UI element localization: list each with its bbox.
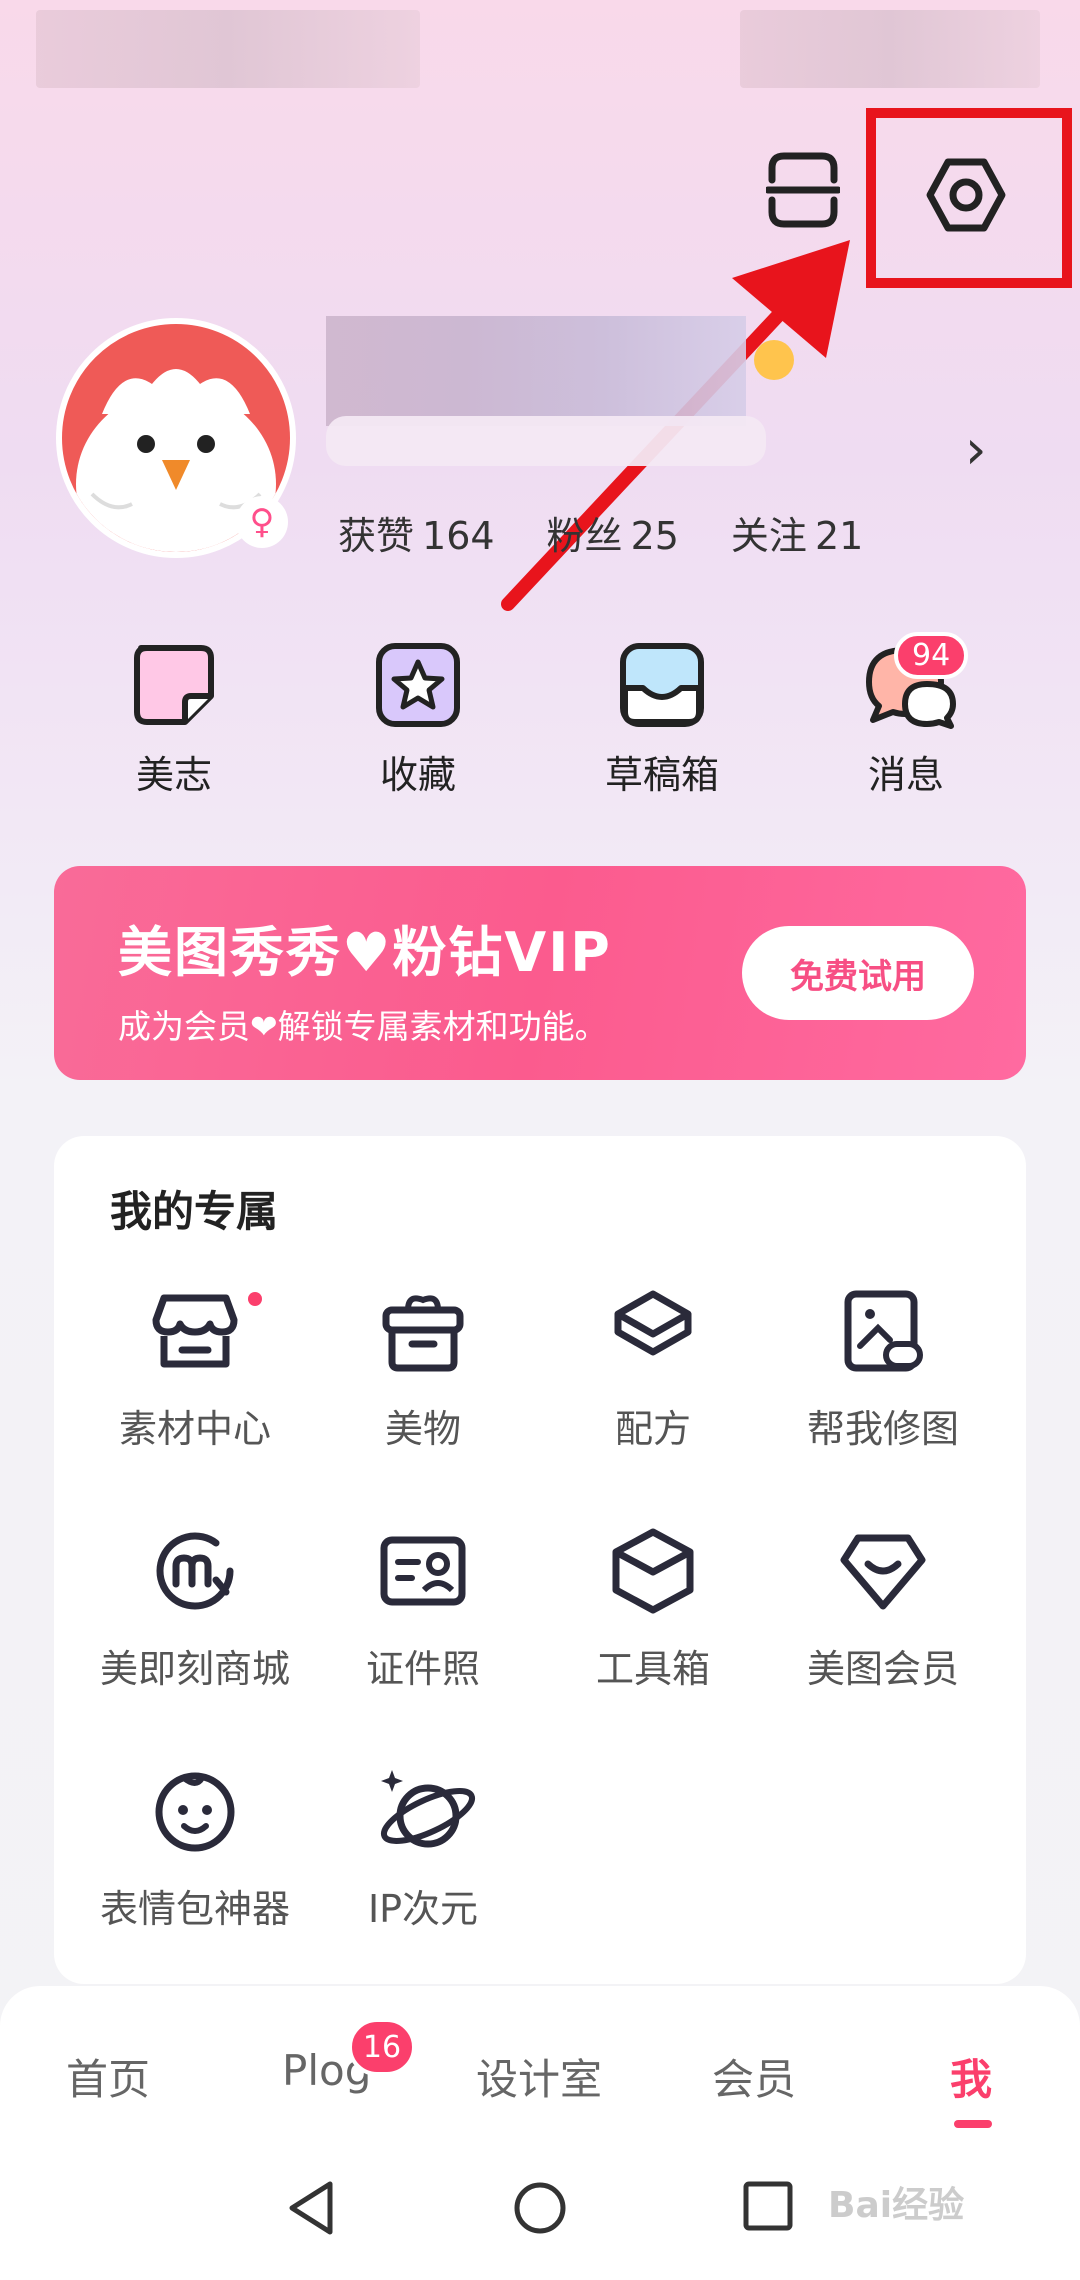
status-bar bbox=[0, 0, 1080, 100]
back-icon[interactable] bbox=[286, 2180, 336, 2240]
chevron-right-icon[interactable]: › bbox=[965, 418, 987, 481]
new-dot-indicator bbox=[248, 1292, 262, 1306]
shortcut-drafts[interactable]: 草稿箱 bbox=[572, 640, 752, 799]
grid-item-emoji-maker[interactable]: 表情包神器 bbox=[80, 1766, 310, 1933]
message-count-badge: 94 bbox=[894, 632, 969, 679]
layers-icon bbox=[608, 1286, 698, 1376]
grid-item-id-photo[interactable]: 证件照 bbox=[308, 1526, 538, 1693]
drafts-icon bbox=[617, 640, 707, 730]
grid-item-toolbox[interactable]: 工具箱 bbox=[538, 1526, 768, 1693]
active-tab-indicator bbox=[954, 2120, 992, 2128]
shortcut-meizhi[interactable]: 美志 bbox=[84, 640, 264, 799]
stat-likes[interactable]: 获赞 164 bbox=[338, 505, 495, 560]
level-badge-icon bbox=[754, 340, 794, 380]
vip-subtitle: 成为会员❤解锁专属素材和功能。 bbox=[118, 1007, 608, 1046]
highlight-box bbox=[866, 108, 1072, 288]
toolbox-icon bbox=[608, 1526, 698, 1616]
vip-banner[interactable]: 美图秀秀♥粉钻VIP 成为会员❤解锁专属素材和功能。 免费试用 bbox=[54, 866, 1026, 1080]
grid-item-formula[interactable]: 配方 bbox=[538, 1286, 768, 1453]
grid-item-ip-dimension[interactable]: IP次元 bbox=[308, 1766, 538, 1933]
tab-member[interactable]: 会员 bbox=[712, 2046, 796, 2107]
grid-item-meiwu[interactable]: 美物 bbox=[308, 1286, 538, 1453]
note-icon bbox=[129, 640, 219, 730]
star-icon bbox=[373, 640, 463, 730]
stat-followers[interactable]: 粉丝 25 bbox=[547, 505, 679, 560]
tab-design-studio[interactable]: 设计室 bbox=[476, 2046, 602, 2107]
status-bar-right-blur bbox=[740, 10, 1040, 88]
grid-item-help-edit[interactable]: 帮我修图 bbox=[768, 1286, 998, 1453]
store-icon bbox=[150, 1286, 240, 1376]
watermark-logo: Bai经验 bbox=[828, 2185, 965, 2226]
shortcut-favorites[interactable]: 收藏 bbox=[328, 640, 508, 799]
vip-title: 美图秀秀♥粉钻VIP bbox=[118, 921, 612, 984]
grid-item-meitu-member[interactable]: 美图会员 bbox=[768, 1526, 998, 1693]
home-icon[interactable] bbox=[512, 2180, 568, 2240]
free-trial-button[interactable]: 免费试用 bbox=[742, 926, 974, 1020]
grid-item-material-center[interactable]: 素材中心 bbox=[80, 1286, 310, 1453]
baby-face-icon bbox=[150, 1766, 240, 1856]
recents-icon[interactable] bbox=[742, 2180, 794, 2236]
stat-following[interactable]: 关注 21 bbox=[731, 505, 863, 560]
tab-me[interactable]: 我 bbox=[950, 2046, 992, 2107]
grid-item-mall[interactable]: 美即刻商城 bbox=[80, 1526, 310, 1693]
username-blur bbox=[326, 316, 766, 466]
my-exclusive-card: 我的专属 素材中心 美物 配方 帮我修图 美即刻商城 证件照 工具箱 美图会员 … bbox=[54, 1136, 1026, 1984]
photo-edit-icon bbox=[838, 1286, 928, 1376]
plog-count-badge: 16 bbox=[348, 2018, 416, 2076]
planet-icon bbox=[378, 1766, 476, 1856]
scan-icon[interactable] bbox=[764, 150, 842, 230]
mall-icon bbox=[150, 1526, 240, 1616]
status-bar-left-blur bbox=[36, 10, 420, 88]
card-title: 我的专属 bbox=[110, 1187, 279, 1236]
profile-stats: 获赞 164 粉丝 25 关注 21 bbox=[338, 505, 863, 560]
gift-box-icon bbox=[378, 1286, 468, 1376]
id-card-icon bbox=[378, 1526, 468, 1616]
gender-female-icon: ♀ bbox=[236, 496, 288, 548]
diamond-icon bbox=[838, 1526, 928, 1616]
tab-home[interactable]: 首页 bbox=[66, 2046, 150, 2107]
